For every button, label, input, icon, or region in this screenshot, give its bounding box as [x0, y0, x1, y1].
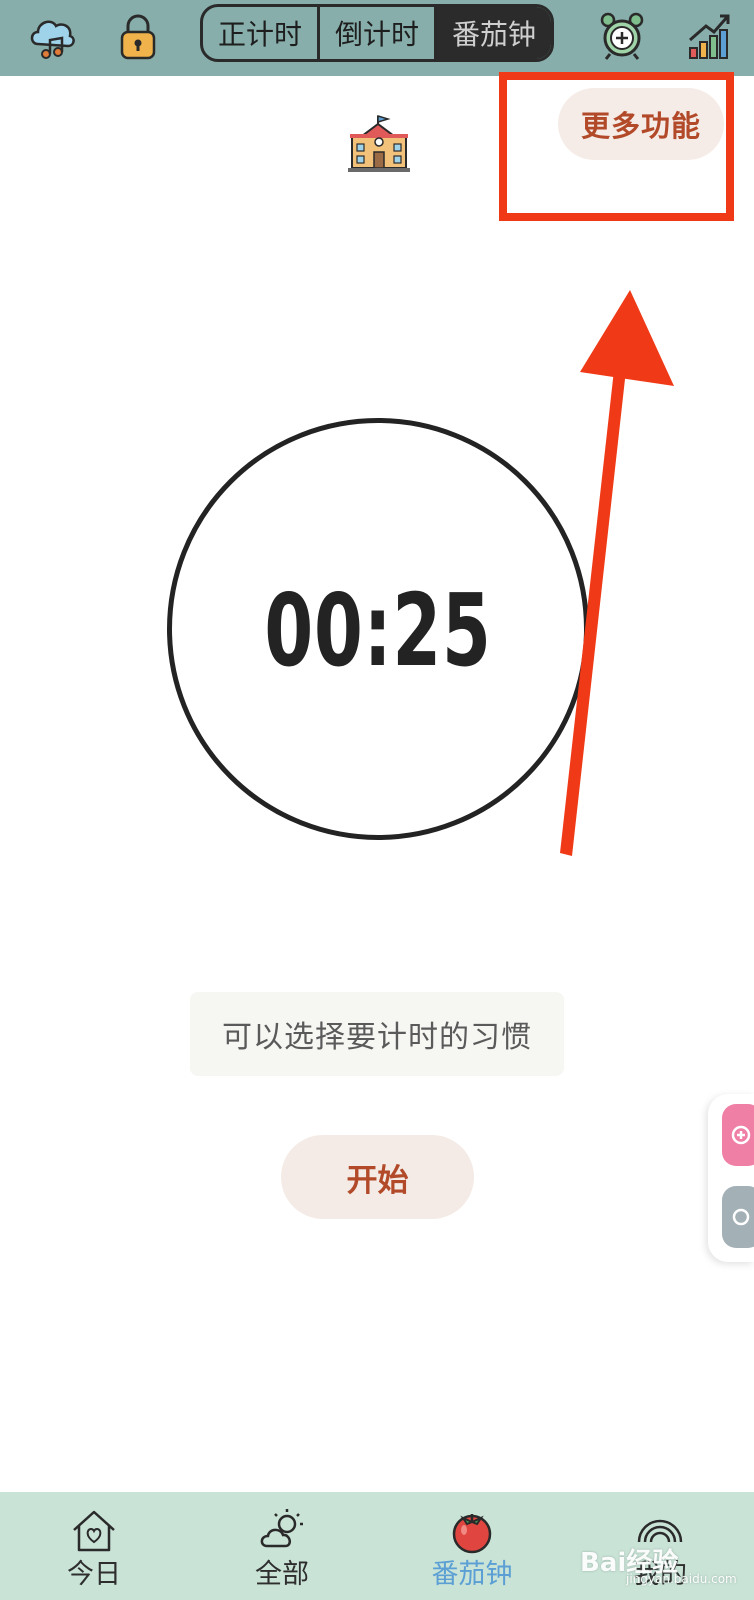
sun-cloud-icon [260, 1509, 303, 1548]
school-icon [348, 114, 410, 172]
stats-chart-icon[interactable] [682, 8, 738, 64]
alarm-clock-icon[interactable] [594, 8, 650, 64]
tab-pomodoro[interactable]: 番茄钟 [437, 7, 551, 59]
cloud-music-icon[interactable] [24, 8, 80, 64]
nav-item-today[interactable]: 今日 [34, 1492, 154, 1600]
nav-label: 番茄钟 [431, 1559, 513, 1590]
nav-label: 全部 [255, 1559, 309, 1590]
start-button[interactable]: 开始 [281, 1135, 474, 1219]
timer-mode-tabs: 正计时 倒计时 番茄钟 [200, 4, 554, 62]
plus-circle-icon [731, 1125, 751, 1145]
side-add-button[interactable] [722, 1104, 754, 1166]
tab-count-up[interactable]: 正计时 [203, 7, 320, 59]
tomato-icon [452, 1514, 492, 1554]
top-bar: 正计时 倒计时 番茄钟 [0, 0, 754, 76]
search-icon [732, 1208, 750, 1226]
side-search-button[interactable] [722, 1186, 754, 1248]
lock-icon[interactable] [110, 8, 166, 64]
house-heart-icon [73, 1510, 115, 1552]
annotation-highlight-box [499, 72, 734, 221]
nav-label: 今日 [67, 1559, 121, 1590]
nav-item-pomodoro[interactable]: 番茄钟 [412, 1492, 532, 1600]
timer-display: 00:25 [264, 571, 492, 689]
watermark: Bai经验 jingyan.baidu.com [580, 1530, 750, 1590]
annotation-arrow-icon [560, 290, 674, 856]
tab-countdown[interactable]: 倒计时 [320, 7, 437, 59]
watermark-subtext: jingyan.baidu.com [626, 1572, 737, 1586]
nav-item-all[interactable]: 全部 [222, 1492, 342, 1600]
habit-selector[interactable]: 可以选择要计时的习惯 [190, 992, 564, 1076]
